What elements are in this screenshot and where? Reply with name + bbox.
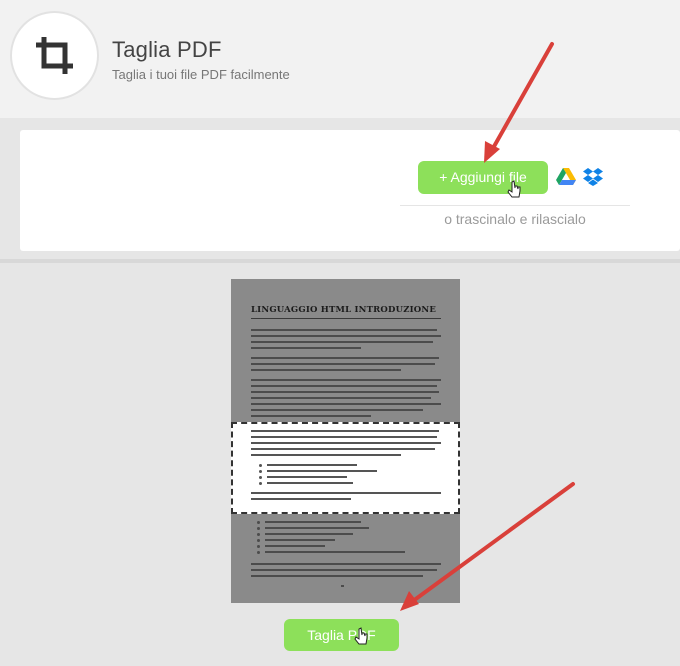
annotation-arrow-top [484, 42, 554, 163]
annotation-arrows [354, 42, 575, 645]
annotation-arrow-bottom [400, 482, 575, 611]
mouse-cursor-icon [507, 180, 521, 198]
mouse-cursor-icon [354, 627, 368, 645]
